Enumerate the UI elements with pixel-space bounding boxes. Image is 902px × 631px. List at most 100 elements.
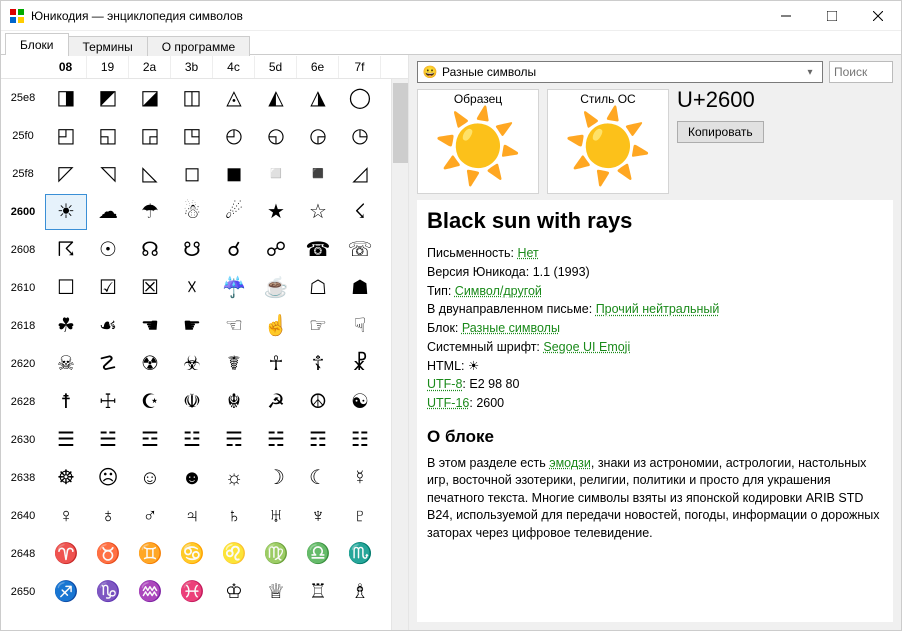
char-cell[interactable]: ♎	[297, 536, 339, 572]
col-header[interactable]: 2a	[129, 56, 171, 78]
search-input[interactable]	[829, 61, 893, 83]
minimize-button[interactable]	[763, 1, 809, 31]
char-cell[interactable]: ♅	[255, 498, 297, 534]
char-cell[interactable]: ☡	[87, 346, 129, 382]
char-cell[interactable]: ◾	[297, 156, 339, 192]
copy-button[interactable]: Копировать	[677, 121, 764, 143]
col-header[interactable]: 4c	[213, 56, 255, 78]
char-cell[interactable]: ☊	[129, 232, 171, 268]
char-cell[interactable]: ☀	[45, 194, 87, 230]
char-cell[interactable]: ☘	[45, 308, 87, 344]
row-label[interactable]: 2640	[1, 510, 45, 522]
char-cell[interactable]: ☠	[45, 346, 87, 382]
char-cell[interactable]: ☸	[45, 460, 87, 496]
char-cell[interactable]: ☩	[87, 384, 129, 420]
col-header[interactable]: 08	[45, 56, 87, 78]
tab-2[interactable]: О программе	[147, 36, 250, 56]
char-cell[interactable]: ☣	[171, 346, 213, 382]
char-cell[interactable]: ♈	[45, 536, 87, 572]
char-cell[interactable]: ◭	[255, 80, 297, 116]
char-cell[interactable]: ◫	[171, 80, 213, 116]
char-cell[interactable]: ☲	[129, 422, 171, 458]
char-cell[interactable]: ☧	[339, 346, 381, 382]
char-cell[interactable]: ◱	[87, 118, 129, 154]
char-cell[interactable]: ☛	[171, 308, 213, 344]
char-cell[interactable]: ☄	[213, 194, 255, 230]
tab-0[interactable]: Блоки	[5, 33, 69, 55]
char-cell[interactable]: ◸	[45, 156, 87, 192]
char-cell[interactable]: ☁	[87, 194, 129, 230]
emoji-link[interactable]: эмодзи	[549, 456, 591, 470]
char-cell[interactable]: ◷	[339, 118, 381, 154]
char-cell[interactable]: ◨	[45, 80, 87, 116]
col-header[interactable]: 19	[87, 56, 129, 78]
char-cell[interactable]: ☵	[255, 422, 297, 458]
char-cell[interactable]: ◯	[339, 80, 381, 116]
char-cell[interactable]: ☌	[213, 232, 255, 268]
row-label[interactable]: 2608	[1, 244, 45, 256]
char-cell[interactable]: ☰	[45, 422, 87, 458]
char-cell[interactable]: ☮	[297, 384, 339, 420]
char-cell[interactable]: ♐	[45, 574, 87, 610]
char-cell[interactable]: ☹	[87, 460, 129, 496]
char-cell[interactable]: ◼	[213, 156, 255, 192]
tab-1[interactable]: Термины	[68, 36, 148, 56]
char-cell[interactable]: ☢	[129, 346, 171, 382]
char-cell[interactable]: ♒	[129, 574, 171, 610]
grid-scrollbar[interactable]	[391, 79, 408, 630]
char-cell[interactable]: ☺	[129, 460, 171, 496]
char-cell[interactable]: ☃	[171, 194, 213, 230]
char-cell[interactable]: ☷	[339, 422, 381, 458]
char-cell[interactable]: ☳	[171, 422, 213, 458]
char-cell[interactable]: ♃	[171, 498, 213, 534]
char-cell[interactable]: ☽	[255, 460, 297, 496]
character-grid[interactable]: 25e8◨◩◪◫◬◭◮◯25f0◰◱◲◳◴◵◶◷25f8◸◹◺◻◼◽◾◿2600…	[1, 79, 391, 630]
row-label[interactable]: 2628	[1, 396, 45, 408]
close-button[interactable]	[855, 1, 901, 31]
char-cell[interactable]: ☐	[45, 270, 87, 306]
char-cell[interactable]: ♆	[297, 498, 339, 534]
row-label[interactable]: 2620	[1, 358, 45, 370]
char-cell[interactable]: ♓	[171, 574, 213, 610]
char-cell[interactable]: ☞	[297, 308, 339, 344]
char-cell[interactable]: ♕	[255, 574, 297, 610]
row-label[interactable]: 2610	[1, 282, 45, 294]
maximize-button[interactable]	[809, 1, 855, 31]
char-cell[interactable]: ♖	[297, 574, 339, 610]
row-label[interactable]: 2630	[1, 434, 45, 446]
char-cell[interactable]: ☇	[339, 194, 381, 230]
char-cell[interactable]: ◽	[255, 156, 297, 192]
char-cell[interactable]: ☼	[213, 460, 255, 496]
char-cell[interactable]: ☂	[129, 194, 171, 230]
char-cell[interactable]: ☗	[339, 270, 381, 306]
char-cell[interactable]: ◮	[297, 80, 339, 116]
char-cell[interactable]: ☙	[87, 308, 129, 344]
char-cell[interactable]: ◵	[255, 118, 297, 154]
char-cell[interactable]: ♍	[255, 536, 297, 572]
char-cell[interactable]: ♋	[171, 536, 213, 572]
char-cell[interactable]: ☒	[129, 270, 171, 306]
char-cell[interactable]: ◲	[129, 118, 171, 154]
char-cell[interactable]: ☓	[171, 270, 213, 306]
char-cell[interactable]: ☈	[45, 232, 87, 268]
row-label[interactable]: 25f8	[1, 168, 45, 180]
char-cell[interactable]: ☬	[213, 384, 255, 420]
char-cell[interactable]: ◶	[297, 118, 339, 154]
char-cell[interactable]: ♀	[45, 498, 87, 534]
char-cell[interactable]: ◺	[129, 156, 171, 192]
char-cell[interactable]: ♉	[87, 536, 129, 572]
block-select[interactable]: 😀 Разные символы ▾	[417, 61, 823, 83]
char-cell[interactable]: ☶	[297, 422, 339, 458]
row-label[interactable]: 25e8	[1, 92, 45, 104]
row-label[interactable]: 2600	[1, 206, 45, 218]
char-cell[interactable]: ♏	[339, 536, 381, 572]
char-cell[interactable]: ♊	[129, 536, 171, 572]
char-cell[interactable]: ☦	[297, 346, 339, 382]
char-cell[interactable]: ☎	[297, 232, 339, 268]
row-label[interactable]: 2618	[1, 320, 45, 332]
char-cell[interactable]: ♂	[129, 498, 171, 534]
row-label[interactable]: 2638	[1, 472, 45, 484]
char-cell[interactable]: ◩	[87, 80, 129, 116]
char-cell[interactable]: ♑	[87, 574, 129, 610]
char-cell[interactable]: ☯	[339, 384, 381, 420]
